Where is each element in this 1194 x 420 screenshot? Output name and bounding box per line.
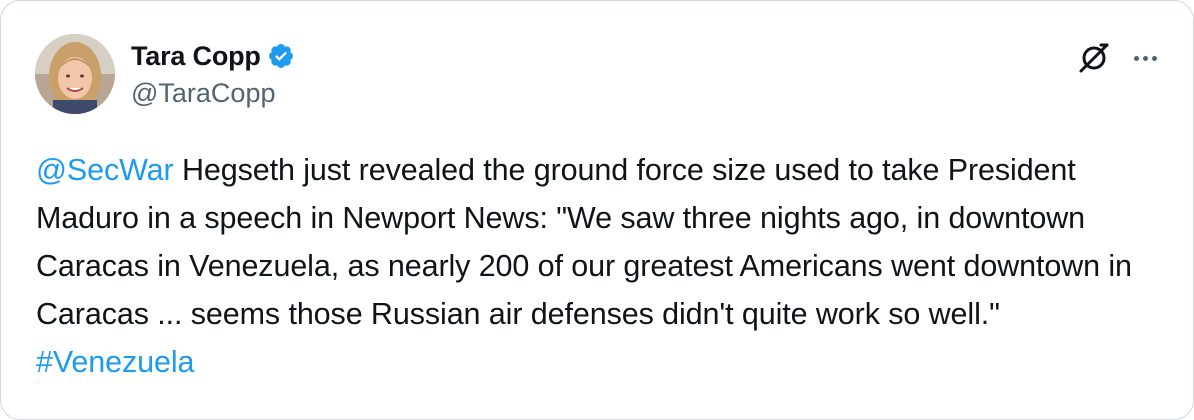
dot — [1133, 55, 1139, 61]
tweet-body: Hegseth just revealed the ground force s… — [36, 153, 1132, 331]
author-info: Tara Copp @TaraCopp — [131, 39, 295, 109]
author-display-name[interactable]: Tara Copp — [131, 41, 261, 72]
dot — [1142, 55, 1148, 61]
author-handle[interactable]: @TaraCopp — [131, 78, 295, 109]
dot — [1151, 55, 1157, 61]
author-avatar[interactable] — [35, 34, 115, 114]
verified-badge-icon — [267, 42, 295, 70]
tweet-text: @SecWar Hegseth just revealed the ground… — [36, 146, 1156, 386]
tweet-card: Tara Copp @TaraCopp @SecWar Hegseth just… — [0, 0, 1194, 420]
mention-link[interactable]: @SecWar — [36, 153, 174, 187]
grok-icon[interactable] — [1077, 41, 1111, 75]
profile-photo-icon — [35, 34, 115, 114]
more-options-icon[interactable] — [1127, 41, 1163, 75]
hashtag-link[interactable]: #Venezuela — [36, 345, 195, 379]
